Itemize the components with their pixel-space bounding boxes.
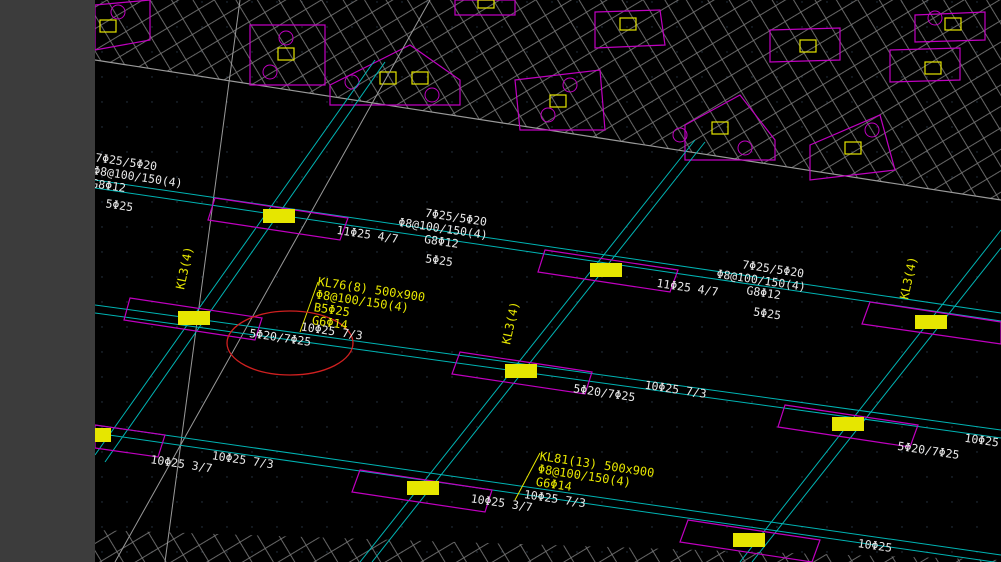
drawing-canvas[interactable]: 7Φ25/5Φ20 Φ8@100/150(4) G8Φ12 5Φ25 7Φ25/…	[95, 0, 1001, 562]
cad-application: 7Φ25/5Φ20 Φ8@100/150(4) G8Φ12 5Φ25 7Φ25/…	[0, 0, 1001, 562]
drawing-svg: 7Φ25/5Φ20 Φ8@100/150(4) G8Φ12 5Φ25 7Φ25/…	[95, 0, 1001, 562]
left-panel	[0, 0, 95, 562]
